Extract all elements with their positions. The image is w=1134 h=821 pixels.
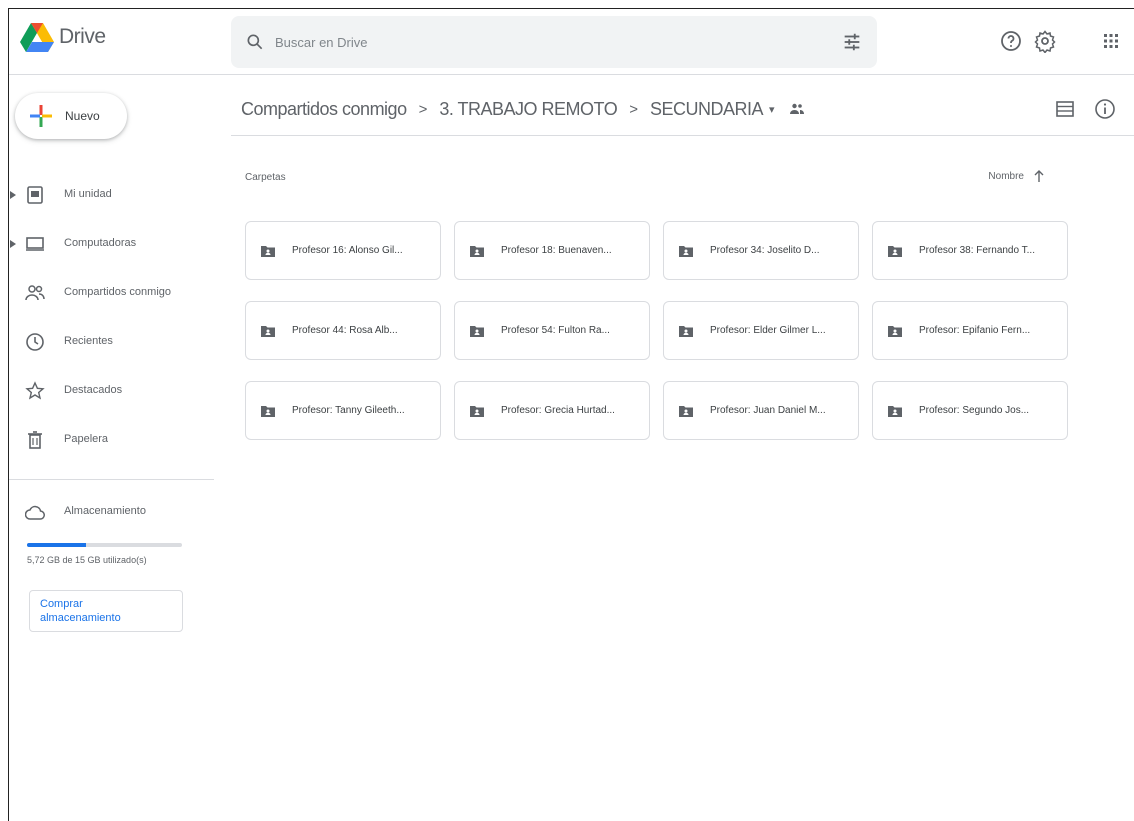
expand-arrow-icon[interactable] [9,239,17,249]
shared-folder-icon [679,405,693,417]
search-bar[interactable] [231,16,877,68]
shared-folder-icon [261,245,275,257]
folder-tile[interactable]: Profesor 38: Fernando T... [872,221,1068,280]
search-options-icon[interactable] [841,31,863,53]
shared-folder-icon [679,325,693,337]
header-divider [231,135,1134,136]
folder-name: Profesor: Epifanio Fern... [919,325,1031,336]
starred-icon [25,381,45,400]
sort-by-name-button[interactable]: Nombre [988,169,1046,183]
shared-folder-icon [470,405,484,417]
folder-tile[interactable]: Profesor 54: Fulton Ra... [454,301,650,360]
sidebar-nav: Mi unidad Computadoras Compartidos conmi… [9,171,224,465]
drive-window: Drive Buscar en Drive Nuevo Mi unidad Co… [8,8,1134,821]
buy-storage-button[interactable]: Comprar almacenamiento [29,590,183,632]
folder-tile[interactable]: Profesor 34: Joselito D... [663,221,859,280]
sidebar-item-label: Destacados [64,384,123,396]
buy-storage-label-line1: Comprar [40,598,83,610]
list-view-icon[interactable] [1053,97,1077,121]
sidebar-item-storage[interactable]: Almacenamiento [9,498,209,528]
drive-logo-icon [20,23,54,52]
folder-name: Profesor: Tanny Gileeth... [292,405,405,416]
sidebar: Nuevo Mi unidad Computadoras Compartidos… [9,75,224,821]
folder-name: Profesor 16: Alonso Gil... [292,245,403,256]
sidebar-divider [9,479,214,480]
settings-icon[interactable] [1033,29,1057,53]
shared-folder-icon [261,405,275,417]
shared-folder-icon [888,245,902,257]
new-button[interactable]: Nuevo [15,93,127,139]
folder-name: Profesor 54: Fulton Ra... [501,325,610,336]
folder-tile[interactable]: Profesor: Grecia Hurtad... [454,381,650,440]
drive-logo[interactable]: Drive [19,21,106,53]
breadcrumb: Compartidos conmigo > 3. TRABAJO REMOTO … [241,97,805,121]
sidebar-item-starred[interactable]: Destacados [9,367,224,416]
folder-tile[interactable]: Profesor 16: Alonso Gil... [245,221,441,280]
sidebar-item-label: Mi unidad [64,188,112,200]
recent-icon [26,333,44,351]
folder-tile[interactable]: Profesor: Epifanio Fern... [872,301,1068,360]
storage-progress-bar [27,543,182,547]
shared-folder-icon [679,245,693,257]
sidebar-item-recent[interactable]: Recientes [9,318,224,367]
new-button-label: Nuevo [65,109,100,123]
search-input[interactable] [275,34,795,50]
folder-name: Profesor: Segundo Jos... [919,405,1030,416]
trash-icon [28,431,42,449]
storage-progress-fill [27,543,86,547]
breadcrumb-item-trabajo-remoto[interactable]: 3. TRABAJO REMOTO [439,99,617,120]
arrow-up-icon[interactable] [1032,169,1046,183]
expand-arrow-icon[interactable] [9,190,17,200]
folder-tile[interactable]: Profesor 18: Buenaven... [454,221,650,280]
folder-name: Profesor 34: Joselito D... [710,245,820,256]
folder-name: Profesor: Juan Daniel M... [710,405,826,416]
info-icon[interactable] [1093,97,1117,121]
folder-name: Profesor: Elder Gilmer L... [710,325,826,336]
folder-tile[interactable]: Profesor: Segundo Jos... [872,381,1068,440]
shared-folder-icon [789,103,804,114]
storage-usage-text: 5,72 GB de 15 GB utilizado(s) [27,555,147,565]
folder-tile[interactable]: Profesor 44: Rosa Alb... [245,301,441,360]
sidebar-item-label: Compartidos conmigo [64,286,171,298]
shared-folder-icon [470,245,484,257]
storage-label: Almacenamiento [64,505,146,517]
shared-folder-icon [261,325,275,337]
shared-folder-icon [888,405,902,417]
section-heading-folders: Carpetas [245,172,286,183]
apps-grid-icon[interactable] [1099,29,1123,53]
sidebar-item-label: Computadoras [64,237,137,249]
folder-tile[interactable]: Profesor: Tanny Gileeth... [245,381,441,440]
sidebar-item-trash[interactable]: Papelera [9,416,224,465]
sidebar-item-my-drive[interactable]: Mi unidad [9,171,224,220]
sort-label: Nombre [988,170,1024,182]
folder-tile[interactable]: Profesor: Juan Daniel M... [663,381,859,440]
sidebar-item-label: Recientes [64,335,113,347]
help-icon[interactable] [999,29,1023,53]
sidebar-item-computers[interactable]: Computadoras [9,220,224,269]
shared-with-me-icon [25,285,45,301]
sidebar-item-shared-with-me[interactable]: Compartidos conmigo [9,269,224,318]
app-name: Drive [59,25,106,48]
cloud-icon [25,505,45,520]
computers-icon [26,237,44,251]
folder-name: Profesor 38: Fernando T... [919,245,1035,256]
plus-icon [30,105,52,127]
shared-folder-icon [470,325,484,337]
chevron-down-icon[interactable]: ▾ [769,103,775,116]
folder-name: Profesor 18: Buenaven... [501,245,612,256]
shared-folder-icon [888,325,902,337]
my-drive-icon [27,186,43,204]
buy-storage-label-line2: almacenamiento [40,612,121,624]
breadcrumb-item-shared[interactable]: Compartidos conmigo [241,99,407,120]
search-icon[interactable] [245,32,265,52]
folder-name: Profesor 44: Rosa Alb... [292,325,398,336]
breadcrumb-item-secundaria[interactable]: SECUNDARIA [650,99,764,120]
breadcrumb-separator: > [418,100,428,118]
breadcrumb-separator: > [629,100,638,118]
sidebar-item-label: Papelera [64,433,109,445]
folder-grid: Profesor 16: Alonso Gil... Profesor 18: B… [245,221,1068,440]
folder-name: Profesor: Grecia Hurtad... [501,405,615,416]
top-bar: Drive [9,9,1134,75]
folder-tile[interactable]: Profesor: Elder Gilmer L... [663,301,859,360]
